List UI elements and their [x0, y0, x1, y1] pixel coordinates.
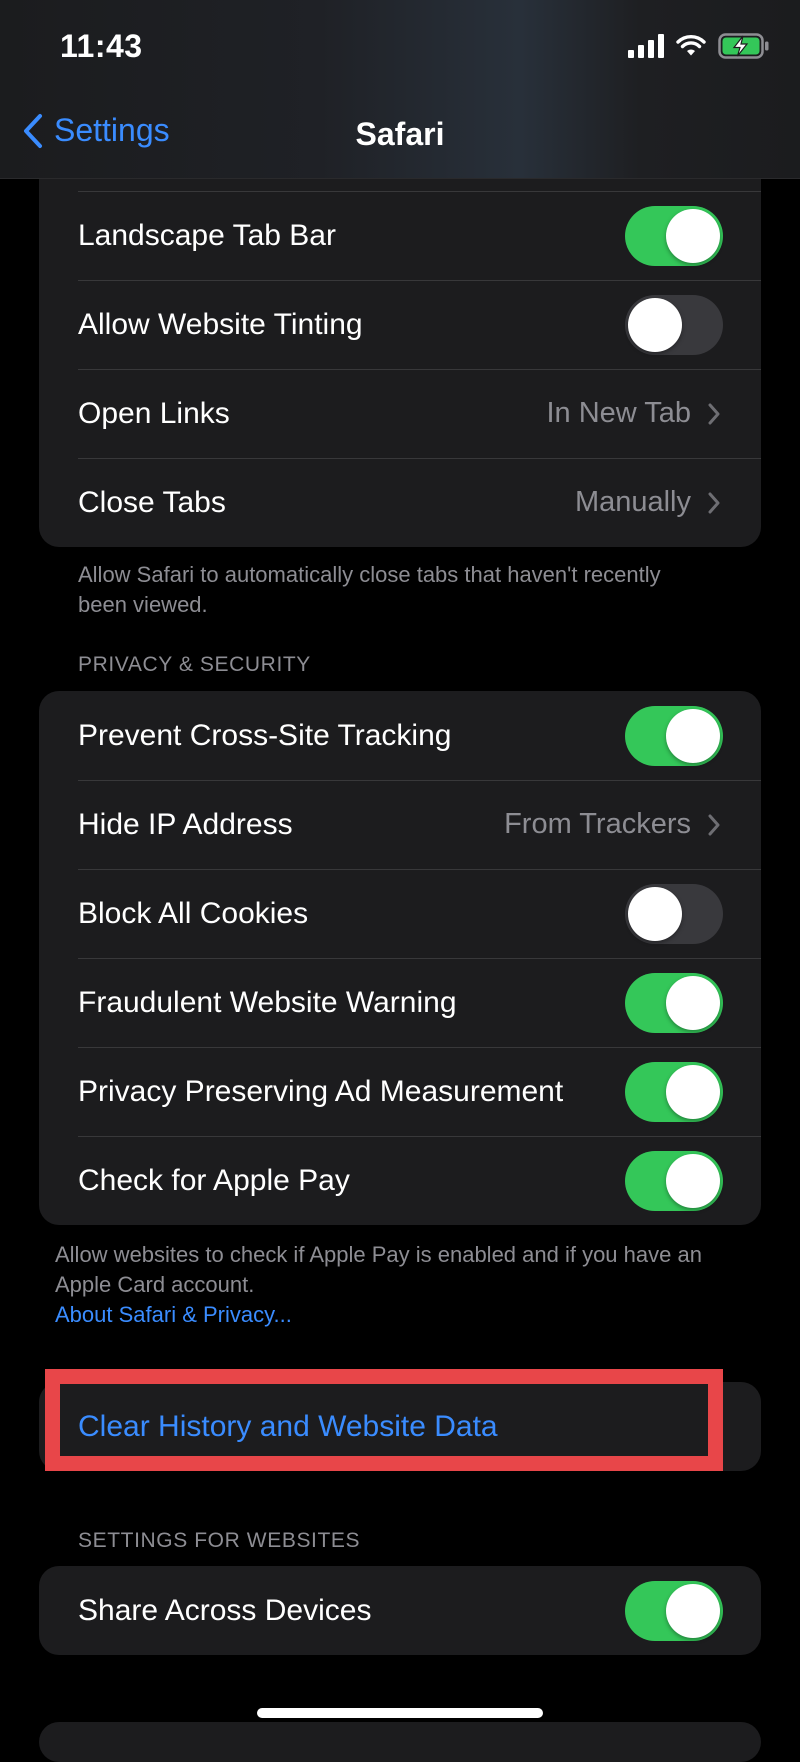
about-safari-privacy-link[interactable]: About Safari & Privacy...	[55, 1300, 755, 1330]
clear-history-group: Clear History and Website Data	[39, 1382, 761, 1471]
row-label: Privacy Preserving Ad Measurement	[78, 1074, 564, 1108]
row-label: Landscape Tab Bar	[78, 218, 336, 252]
fraudulent-warning-toggle[interactable]	[625, 972, 723, 1033]
cellular-signal-icon	[628, 34, 664, 58]
wifi-icon	[676, 35, 706, 56]
row-label: Fraudulent Website Warning	[78, 985, 457, 1019]
close-tabs-footnote: Allow Safari to automatically close tabs…	[78, 562, 661, 617]
chevron-right-icon	[708, 814, 720, 835]
apple-pay-footnote-text: Allow websites to check if Apple Pay is …	[55, 1242, 702, 1297]
row-label: Prevent Cross-Site Tracking	[78, 718, 452, 752]
block-cookies-toggle[interactable]	[625, 883, 723, 944]
share-across-devices-toggle[interactable]	[625, 1580, 723, 1641]
row-allow-website-tinting[interactable]: Allow Website Tinting	[39, 280, 761, 369]
row-check-apple-pay[interactable]: Check for Apple Pay	[39, 1136, 761, 1225]
chevron-right-icon	[708, 492, 720, 513]
row-value: Manually	[574, 486, 691, 518]
clear-history-button[interactable]: Clear History and Website Data	[39, 1382, 761, 1471]
row-label: Share Across Devices	[78, 1593, 372, 1627]
apple-pay-check-toggle[interactable]	[625, 1150, 723, 1211]
status-time: 11:43	[60, 28, 143, 64]
row-value: From Trackers	[504, 808, 691, 840]
row-share-across-devices[interactable]: Share Across Devices	[39, 1566, 761, 1655]
landscape-tab-bar-toggle[interactable]	[625, 205, 723, 266]
row-close-tabs[interactable]: Close Tabs Manually	[39, 458, 761, 547]
clear-history-label: Clear History and Website Data	[78, 1409, 498, 1443]
battery-charging-icon	[718, 33, 769, 59]
row-open-links[interactable]: Open Links In New Tab	[39, 369, 761, 458]
home-indicator	[257, 1708, 543, 1718]
row-hide-ip-address[interactable]: Hide IP Address From Trackers	[39, 780, 761, 869]
row-label: Allow Website Tinting	[78, 307, 363, 341]
privacy-settings-group: Prevent Cross-Site Tracking Hide IP Addr…	[39, 691, 761, 1225]
next-group-edge	[39, 1722, 761, 1762]
apple-pay-footnote: Allow websites to check if Apple Pay is …	[55, 1240, 755, 1330]
row-privacy-ad-measurement[interactable]: Privacy Preserving Ad Measurement	[39, 1047, 761, 1136]
row-value: In New Tab	[546, 397, 691, 429]
websites-settings-group: Share Across Devices	[39, 1566, 761, 1655]
row-label: Check for Apple Pay	[78, 1163, 350, 1197]
row-label: Hide IP Address	[78, 807, 293, 841]
nav-header: 11:43 Settings Safari	[0, 0, 800, 179]
row-fraudulent-website-warning[interactable]: Fraudulent Website Warning	[39, 958, 761, 1047]
status-icons	[628, 33, 770, 59]
row-label: Open Links	[78, 396, 230, 430]
ad-measurement-toggle[interactable]	[625, 1061, 723, 1122]
privacy-section-header: PRIVACY & SECURITY	[78, 653, 311, 676]
row-landscape-tab-bar[interactable]: Landscape Tab Bar	[39, 191, 761, 280]
page-title: Safari	[355, 116, 445, 152]
website-tinting-toggle[interactable]	[625, 294, 723, 355]
websites-section-header: SETTINGS FOR WEBSITES	[78, 1529, 361, 1552]
row-label: Block All Cookies	[78, 896, 309, 930]
row-block-all-cookies[interactable]: Block All Cookies	[39, 869, 761, 958]
chevron-right-icon	[708, 403, 720, 424]
row-prevent-cross-site-tracking[interactable]: Prevent Cross-Site Tracking	[39, 691, 761, 780]
row-label: Close Tabs	[78, 485, 226, 519]
cross-site-tracking-toggle[interactable]	[625, 705, 723, 766]
